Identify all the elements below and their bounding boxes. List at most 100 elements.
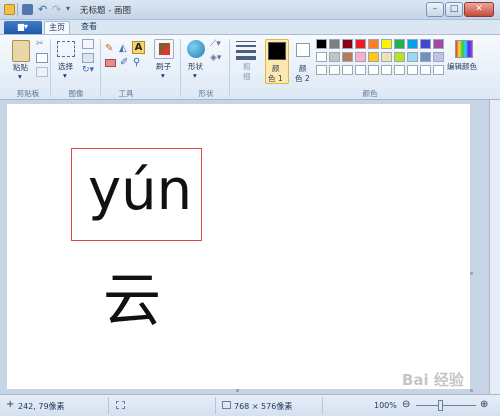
size-icon[interactable]	[236, 41, 256, 60]
divider	[108, 397, 109, 414]
palette-swatch[interactable]	[355, 39, 366, 49]
zoom-level: 100%	[374, 401, 397, 410]
palette-swatch[interactable]	[394, 39, 405, 49]
palette-swatch[interactable]	[407, 52, 418, 62]
select-dropdown-icon[interactable]: ▾	[63, 71, 67, 80]
resize-icon[interactable]	[82, 53, 94, 63]
text-tool-icon[interactable]: A	[132, 41, 145, 54]
copy-icon[interactable]	[36, 53, 48, 63]
clipboard-group-label: 剪贴板	[16, 89, 40, 98]
palette-swatch[interactable]	[316, 52, 327, 62]
palette-swatch[interactable]	[342, 52, 353, 62]
minimize-button[interactable]: –	[426, 2, 444, 17]
custom-color-slot[interactable]	[329, 65, 340, 75]
redo-icon[interactable]: ↷	[52, 3, 61, 16]
chinese-character: 云	[103, 266, 162, 334]
tab-view[interactable]: 查看	[76, 21, 102, 34]
shapes-group-label: 形状	[198, 89, 214, 98]
paste-icon[interactable]	[12, 40, 30, 62]
custom-color-slot[interactable]	[394, 65, 405, 75]
ribbon-tab-row: ▆▾ 主页 查看	[0, 20, 500, 34]
canvas-resize-handle-right[interactable]	[470, 272, 473, 275]
paste-dropdown-icon[interactable]: ▾	[18, 72, 22, 81]
palette-swatch[interactable]	[433, 52, 444, 62]
app-menu-button[interactable]: ▆▾	[4, 21, 42, 34]
palette-swatch[interactable]	[433, 39, 444, 49]
magnifier-icon[interactable]: ⚲	[133, 57, 140, 68]
palette-swatch[interactable]	[394, 52, 405, 62]
cut-icon[interactable]: ✂	[36, 39, 44, 49]
custom-color-slot[interactable]	[433, 65, 444, 75]
colors-group-label: 颜色	[362, 89, 378, 98]
title-bar: ↶ ↷ ▾ 无标题 - 画图 – □ ✕	[0, 0, 500, 20]
custom-color-slot[interactable]	[342, 65, 353, 75]
palette-swatch[interactable]	[381, 39, 392, 49]
palette-swatch[interactable]	[329, 52, 340, 62]
separator	[180, 39, 181, 97]
zoom-out-button[interactable]: ⊖	[402, 399, 410, 410]
tab-home[interactable]: 主页	[44, 21, 70, 34]
selection-size-icon	[116, 401, 125, 409]
pencil-icon[interactable]: ✎	[105, 43, 113, 54]
paint-app-icon[interactable]	[4, 4, 15, 15]
palette-swatch[interactable]	[368, 39, 379, 49]
color2-label-b: 色 2	[295, 74, 310, 83]
zoom-slider-track[interactable]	[416, 405, 476, 406]
palette-swatch[interactable]	[407, 39, 418, 49]
palette-swatch[interactable]	[381, 52, 392, 62]
custom-color-slot[interactable]	[420, 65, 431, 75]
size-label-2: 细	[243, 72, 251, 81]
clipboard-small-icon[interactable]	[36, 67, 48, 77]
canvas-resize-handle-bottom[interactable]	[236, 389, 239, 392]
tools-group-label: 工具	[118, 89, 134, 98]
cursor-position-icon: +	[6, 399, 15, 410]
brush-icon[interactable]	[154, 39, 174, 59]
separator	[100, 39, 101, 97]
custom-color-slot[interactable]	[355, 65, 366, 75]
custom-color-slot[interactable]	[381, 65, 392, 75]
shapes-icon[interactable]	[187, 40, 205, 58]
eraser-icon[interactable]	[105, 59, 116, 67]
ribbon: 粘贴 ▾ ✂ 剪贴板 选择 ▾ ↻▾ 图像 ✎ ◭ A ✐ ⚲ 工具 刷子 ▾ …	[0, 34, 500, 100]
drawing-canvas[interactable]	[7, 104, 470, 389]
zoom-slider-thumb[interactable]	[438, 400, 443, 411]
brushes-dropdown-icon[interactable]: ▾	[161, 71, 165, 80]
quick-access-dropdown-icon[interactable]: ▾	[66, 4, 70, 13]
color1-label-b: 色 1	[268, 74, 283, 83]
save-icon[interactable]	[22, 4, 33, 15]
palette-swatch[interactable]	[420, 39, 431, 49]
palette-swatch[interactable]	[420, 52, 431, 62]
close-button[interactable]: ✕	[464, 2, 494, 17]
shapes-dropdown-icon[interactable]: ▾	[193, 71, 197, 80]
maximize-button[interactable]: □	[445, 2, 463, 17]
palette-swatch[interactable]	[342, 39, 353, 49]
divider	[215, 397, 216, 414]
custom-color-slot[interactable]	[316, 65, 327, 75]
canvas-size-icon	[222, 401, 231, 409]
palette-swatch[interactable]	[355, 52, 366, 62]
select-icon[interactable]	[57, 41, 75, 57]
watermark-logo: Bai 经验	[402, 371, 464, 389]
custom-color-slot[interactable]	[368, 65, 379, 75]
color2-swatch[interactable]	[296, 43, 310, 57]
undo-icon[interactable]: ↶	[38, 3, 47, 16]
crop-icon[interactable]	[82, 39, 94, 49]
fill-style-icon[interactable]: ◈▾	[210, 53, 221, 63]
palette-swatch[interactable]	[316, 39, 327, 49]
zoom-in-button[interactable]: ⊕	[480, 399, 488, 410]
status-bar: + 242, 79像素 768 × 576像素 100% ⊖ ⊕	[0, 394, 500, 416]
fill-icon[interactable]: ◭	[119, 43, 127, 54]
divider	[17, 3, 18, 16]
outline-icon[interactable]: ⟋▾	[210, 39, 221, 49]
rotate-icon[interactable]: ↻▾	[82, 65, 94, 75]
edit-colors-icon[interactable]	[455, 40, 473, 58]
palette-swatch[interactable]	[329, 39, 340, 49]
color-picker-icon[interactable]: ✐	[120, 57, 128, 68]
image-group-label: 图像	[68, 89, 84, 98]
divider	[322, 397, 323, 414]
vertical-scrollbar[interactable]	[490, 100, 500, 394]
custom-color-slot[interactable]	[407, 65, 418, 75]
edit-colors-button[interactable]: 编辑颜色	[447, 61, 477, 72]
canvas-resize-handle-corner[interactable]	[470, 389, 473, 392]
palette-swatch[interactable]	[368, 52, 379, 62]
